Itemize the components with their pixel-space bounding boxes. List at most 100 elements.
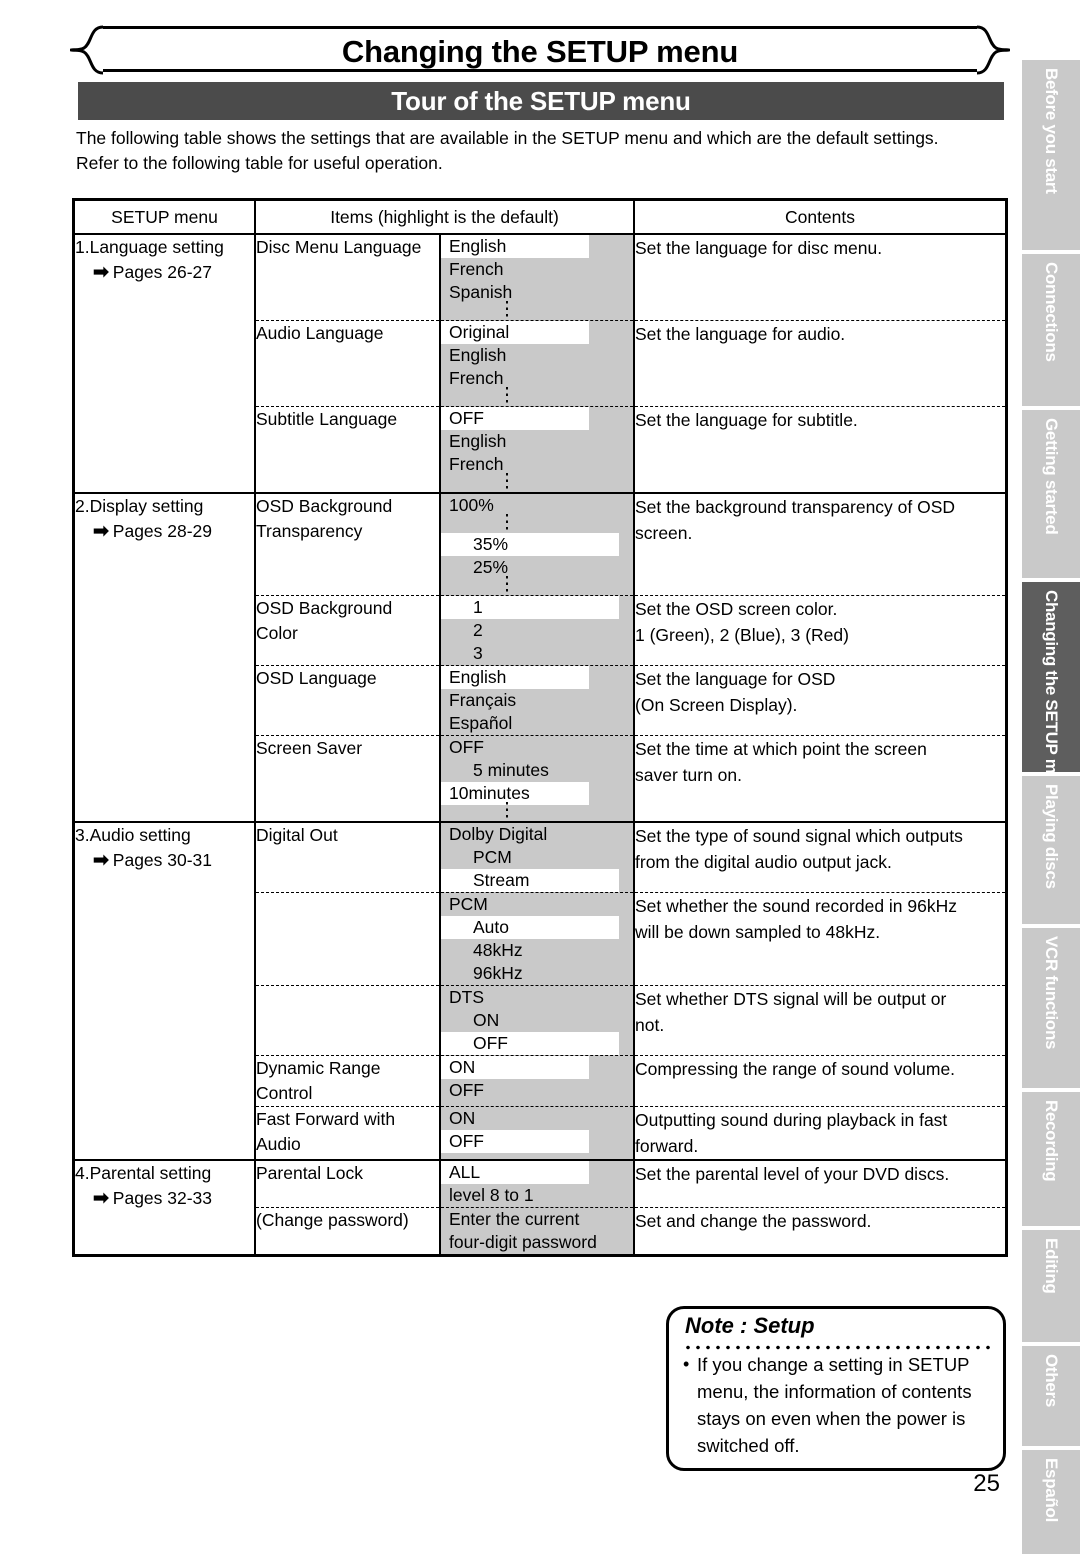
page-reference[interactable]: ➡ Pages 32-33: [75, 1186, 254, 1211]
setup-item-description: Set the time at which point the screen sa…: [634, 735, 1005, 822]
setup-item-options: 100% ⋮ 35% 25% ⋮: [440, 492, 635, 596]
setup-item-options: Dolby Digital PCM Stream: [440, 821, 635, 893]
option-value[interactable]: Dolby Digital: [441, 823, 633, 846]
option-default-highlight[interactable]: 35%: [441, 533, 619, 556]
setup-item-options: English French Spanish ⋮: [440, 233, 635, 321]
side-tab-strip: Before you start Connections Getting start…: [1022, 60, 1080, 1554]
setup-item-name: OSD Language: [255, 665, 441, 736]
table-row: 1.Language setting ➡ Pages 26-27 Disc Menu…: [75, 233, 1005, 493]
setup-item-name: OSD Background Transparency: [255, 492, 441, 596]
option-ellipsis-icon: ⋮: [497, 512, 517, 533]
side-tab-label: Connections: [1042, 262, 1061, 362]
side-tab[interactable]: VCR functions: [1022, 928, 1080, 1088]
option-default-highlight[interactable]: OFF: [441, 1032, 619, 1055]
page-reference[interactable]: ➡ Pages 30-31: [75, 848, 254, 873]
option-value[interactable]: 48kHz: [441, 939, 633, 962]
option-value[interactable]: English: [441, 430, 633, 453]
side-tab-label: Editing: [1042, 1238, 1061, 1294]
setup-item-description: Outputting sound during playback in fast…: [634, 1106, 1005, 1160]
option-default-highlight[interactable]: English: [441, 235, 589, 258]
setup-item-description: Set whether DTS signal will be output or…: [634, 985, 1005, 1056]
option-value[interactable]: PCM: [441, 846, 633, 869]
option-default-highlight[interactable]: OFF: [441, 407, 589, 430]
option-value[interactable]: Français: [441, 689, 633, 712]
setup-group-name: 1.Language setting: [75, 237, 224, 257]
setup-item-name: Audio Language: [255, 320, 441, 407]
side-tab[interactable]: Editing: [1022, 1230, 1080, 1342]
option-value[interactable]: level 8 to 1: [441, 1184, 633, 1207]
side-tab[interactable]: Getting started: [1022, 410, 1080, 578]
setup-item-options: OFF English French ⋮: [440, 406, 635, 493]
right-arrow-icon: ➡: [93, 1188, 109, 1209]
note-text: If you change a setting in SETUP menu, th…: [683, 1351, 993, 1459]
side-tab[interactable]: Connections: [1022, 254, 1080, 406]
option-value[interactable]: PCM: [441, 893, 633, 916]
setup-item-options: 123: [440, 595, 635, 666]
option-value[interactable]: 96kHz: [441, 962, 633, 985]
option-value[interactable]: 3: [441, 642, 633, 665]
side-tab[interactable]: Changing the SETUP menu: [1022, 582, 1080, 772]
setup-item-options: DTS ON OFF: [440, 985, 635, 1056]
option-value[interactable]: ON: [441, 1009, 633, 1032]
setup-group-cell: 1.Language setting ➡ Pages 26-27: [75, 233, 256, 493]
side-tab[interactable]: Before you start: [1022, 60, 1080, 250]
setup-item-name: Screen Saver: [255, 735, 441, 822]
page-reference[interactable]: ➡ Pages 28-29: [75, 519, 254, 544]
right-arrow-icon: ➡: [93, 850, 109, 871]
option-ellipsis-icon: ⋮: [497, 299, 517, 320]
setup-menu-table: SETUP menu Items (highlight is the defau…: [72, 198, 1008, 1257]
intro-line-2: Refer to the following table for useful …: [76, 153, 443, 173]
side-tab[interactable]: Recording: [1022, 1092, 1080, 1226]
option-default-highlight[interactable]: OFF: [441, 1130, 589, 1153]
table-row: 2.Display setting ➡ Pages 28-29 OSD Backgr…: [75, 492, 1005, 822]
page-reference[interactable]: ➡ Pages 26-27: [75, 260, 254, 285]
option-value[interactable]: English: [441, 344, 633, 367]
option-default-highlight[interactable]: Original: [441, 321, 589, 344]
setup-item-options: Original English French ⋮: [440, 320, 635, 407]
setup-item-description: Set the background transparency of OSD sc…: [634, 492, 1005, 596]
section-banner: Tour of the SETUP menu: [78, 82, 1004, 120]
option-value[interactable]: French: [441, 453, 633, 476]
table-header-row: SETUP menu Items (highlight is the defau…: [75, 201, 1005, 235]
setup-item-description: Set the type of sound signal which outpu…: [634, 821, 1005, 893]
setup-item-name: [255, 892, 441, 986]
option-default-highlight[interactable]: ON: [441, 1056, 589, 1079]
side-tab-label: Getting started: [1042, 418, 1061, 535]
setup-item-description: Set whether the sound recorded in 96kHz w…: [634, 892, 1005, 986]
setup-item-options: ON OFF: [440, 1055, 635, 1107]
option-ellipsis-icon: ⋮: [497, 471, 517, 492]
option-default-highlight[interactable]: Auto: [441, 916, 619, 939]
option-value[interactable]: Enter the current: [441, 1208, 633, 1231]
note-line: If you change a setting in SETUP: [697, 1354, 970, 1375]
option-value[interactable]: 25%: [441, 556, 633, 579]
option-value[interactable]: French: [441, 258, 633, 281]
side-tab[interactable]: Others: [1022, 1346, 1080, 1446]
note-body: • If you change a setting in SETUP menu, …: [683, 1351, 993, 1459]
option-default-highlight[interactable]: 1: [441, 596, 619, 619]
setup-group-cell: 2.Display setting ➡ Pages 28-29: [75, 492, 256, 822]
setup-group-cell: 3.Audio setting ➡ Pages 30-31: [75, 821, 256, 1160]
side-tab[interactable]: Español: [1022, 1450, 1080, 1554]
chapter-title-box: Changing the SETUP menu: [103, 26, 977, 72]
option-value[interactable]: four-digit password: [441, 1231, 633, 1254]
note-line: stays on even when the power is: [697, 1408, 966, 1429]
option-value[interactable]: 100%: [441, 494, 633, 517]
option-default-highlight[interactable]: English: [441, 666, 589, 689]
option-value[interactable]: French: [441, 367, 633, 390]
option-value[interactable]: Spanish: [441, 281, 633, 304]
option-value[interactable]: Español: [441, 712, 633, 735]
option-ellipsis-icon: ⋮: [497, 800, 517, 821]
option-value[interactable]: OFF: [441, 1079, 633, 1102]
option-value[interactable]: OFF: [441, 736, 633, 759]
option-value[interactable]: 2: [441, 619, 633, 642]
side-tab[interactable]: Playing discs: [1022, 776, 1080, 924]
option-value[interactable]: 5 minutes: [441, 759, 633, 782]
chapter-title-banner: Changing the SETUP menu: [70, 25, 1010, 75]
setup-item-description: Compressing the range of sound volume.: [634, 1055, 1005, 1107]
page-root: Changing the SETUP menu Tour of the SETU…: [0, 0, 1080, 1554]
setup-group-cell: 4.Parental setting ➡ Pages 32-33: [75, 1159, 256, 1254]
option-default-highlight[interactable]: ALL: [441, 1161, 589, 1184]
option-value[interactable]: ON: [441, 1107, 633, 1130]
option-value[interactable]: DTS: [441, 986, 633, 1009]
option-default-highlight[interactable]: Stream: [441, 869, 619, 892]
